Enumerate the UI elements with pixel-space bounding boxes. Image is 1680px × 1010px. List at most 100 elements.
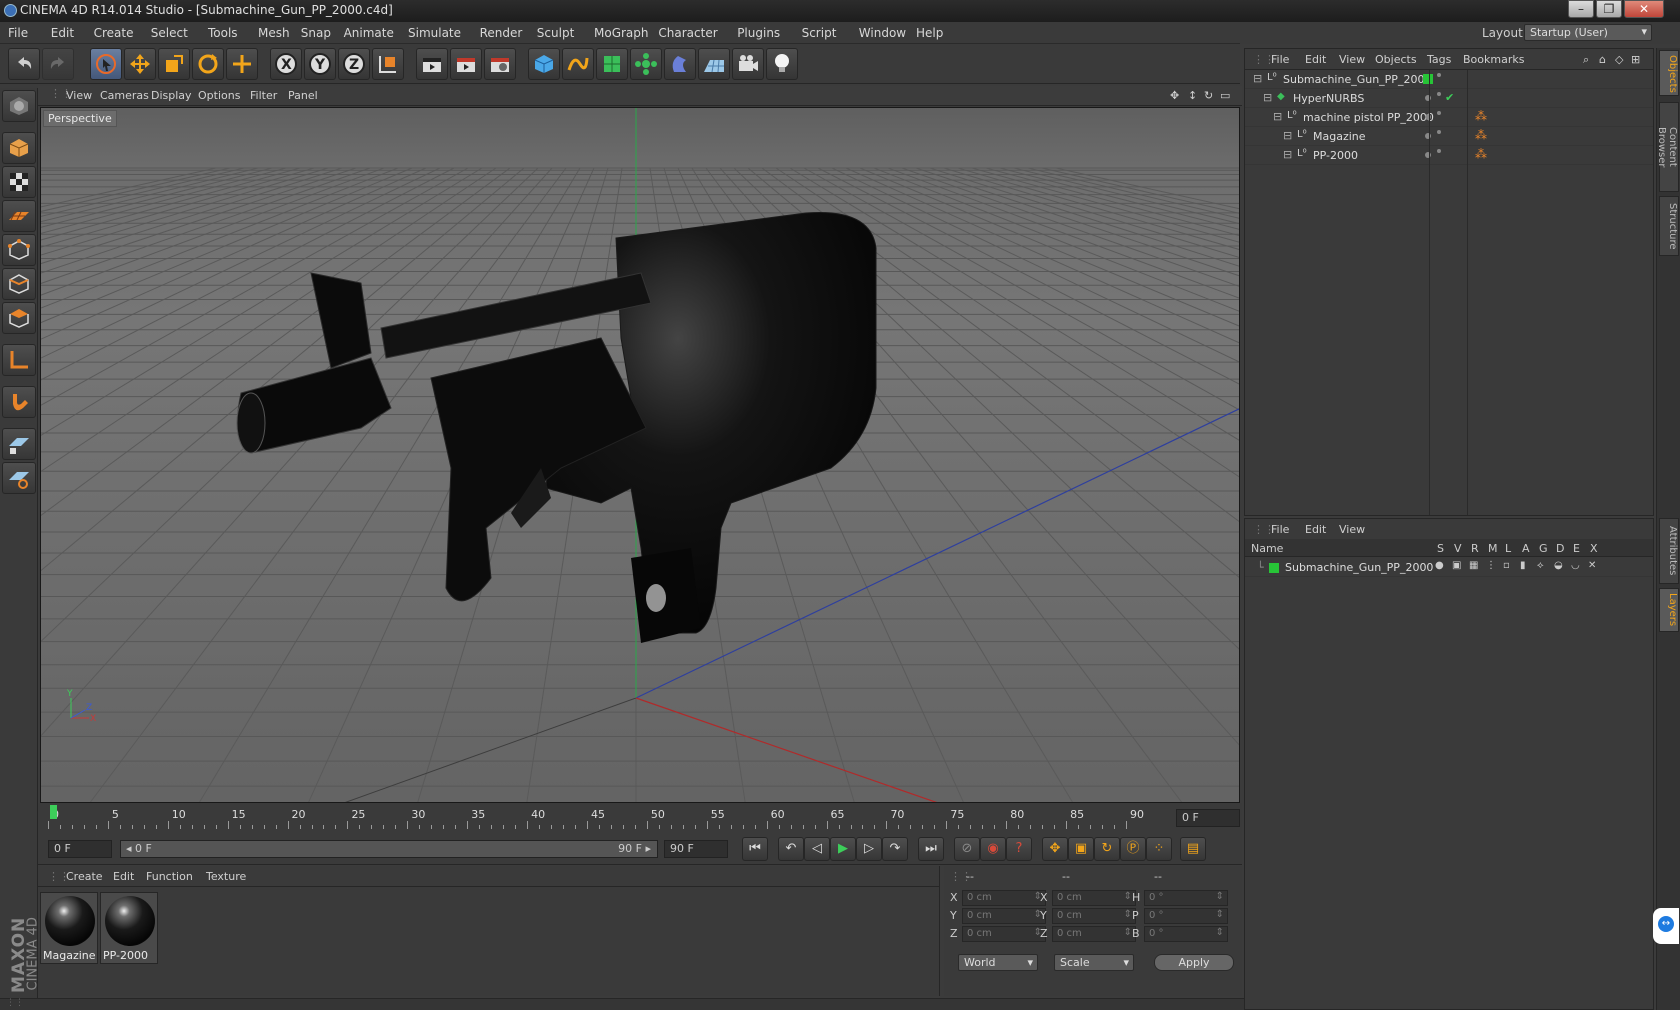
material-menu-edit[interactable]: Edit: [113, 870, 134, 883]
edges-mode-button[interactable]: [2, 268, 36, 300]
layer-menu-edit[interactable]: Edit: [1305, 523, 1326, 536]
rotate-tool-button[interactable]: [192, 48, 224, 80]
enabled-check-icon[interactable]: ✔: [1445, 91, 1454, 104]
new-window-icon[interactable]: ⊞: [1631, 53, 1640, 66]
nurbs-button[interactable]: [596, 48, 628, 80]
menu-script[interactable]: Script: [802, 26, 837, 40]
coord-value-field[interactable]: 0 cm ⇕: [1052, 890, 1136, 906]
create-object-button[interactable]: [226, 48, 258, 80]
scale-tool-button[interactable]: [158, 48, 190, 80]
layer-menu-view[interactable]: View: [1339, 523, 1365, 536]
polygons-mode-button[interactable]: [2, 302, 36, 334]
object-name[interactable]: machine pistol PP_2000: [1303, 111, 1434, 124]
menu-window[interactable]: Window: [859, 26, 906, 40]
perspective-viewport[interactable]: Y X Z Perspective: [40, 107, 1240, 803]
live-selection-button[interactable]: [90, 48, 122, 80]
zoom-view-icon[interactable]: ↕: [1188, 89, 1197, 102]
coordinate-mode-dropdown[interactable]: World ▾: [958, 954, 1038, 971]
object-row[interactable]: ⊟ L⁰ machine pistol PP_2000 ⁂: [1245, 108, 1653, 127]
camera-button[interactable]: [732, 48, 764, 80]
frame-range-slider[interactable]: ◂ 0 F 90 F ▸: [120, 840, 658, 858]
record-point-level-button[interactable]: ⁘: [1146, 837, 1172, 861]
pan-view-icon[interactable]: ✥: [1170, 89, 1179, 102]
render-view-button[interactable]: [416, 48, 448, 80]
layer-toggle-g-icon[interactable]: ⟡: [1537, 560, 1544, 571]
layer-name[interactable]: Submachine_Gun_PP_2000: [1285, 561, 1433, 574]
toggle-view-icon[interactable]: ▭: [1220, 89, 1230, 102]
menu-file[interactable]: File: [8, 26, 28, 40]
home-icon[interactable]: ⌂: [1599, 53, 1606, 66]
stepper-icon[interactable]: ⇕: [1124, 927, 1132, 938]
render-visibility-dot[interactable]: [1437, 130, 1441, 134]
record-parameter-button[interactable]: Ⓟ: [1120, 837, 1146, 861]
layer-toggle-x-icon[interactable]: ✕: [1588, 560, 1596, 571]
layer-column-e[interactable]: E: [1573, 542, 1580, 555]
coord-value-field[interactable]: 0 cm ⇕: [1052, 908, 1136, 924]
model-mode-button[interactable]: [2, 132, 36, 164]
start-frame-field[interactable]: 0 F: [48, 840, 112, 858]
record-rotation-button[interactable]: ↻: [1094, 837, 1120, 861]
render-to-picture-viewer-button[interactable]: [450, 48, 482, 80]
menu-render[interactable]: Render: [480, 26, 523, 40]
record-scale-button[interactable]: ▣: [1068, 837, 1094, 861]
layer-color-swatch[interactable]: [1269, 563, 1279, 573]
menu-help[interactable]: Help: [916, 26, 943, 40]
points-mode-button[interactable]: [2, 234, 36, 266]
deformer-button[interactable]: [664, 48, 696, 80]
stepper-icon[interactable]: ⇕: [1216, 891, 1224, 902]
workplane-rotate-button[interactable]: [2, 462, 36, 494]
workplane-lock-button[interactable]: [2, 428, 36, 460]
maximize-button[interactable]: ❐: [1596, 0, 1622, 18]
layer-toggle-s-icon[interactable]: ●: [1435, 560, 1444, 571]
layer-toggle-d-icon[interactable]: ◒: [1554, 560, 1563, 571]
autokey-button[interactable]: ◉: [980, 837, 1006, 861]
layer-column-r[interactable]: R: [1471, 542, 1479, 555]
render-visibility-dot[interactable]: [1437, 92, 1441, 96]
viewport-menu-panel[interactable]: Panel: [288, 89, 318, 102]
object-row[interactable]: ⊟ ◆ HyperNURBS ✔: [1245, 89, 1653, 108]
timeline-ticks[interactable]: 051015202530354045505560657075808590: [48, 805, 1168, 831]
layer-menu-file[interactable]: File: [1271, 523, 1289, 536]
layer-toggle-v-icon[interactable]: ▣: [1452, 560, 1461, 571]
layer-column-v[interactable]: V: [1454, 542, 1462, 555]
layer-toggle-l-icon[interactable]: ▫: [1503, 560, 1510, 571]
menu-character[interactable]: Character: [658, 26, 717, 40]
object-name[interactable]: PP-2000: [1313, 149, 1358, 162]
render-visibility-dot[interactable]: [1437, 73, 1441, 77]
object-name[interactable]: Magazine: [1313, 130, 1366, 143]
z-axis-lock-button[interactable]: Z: [338, 48, 370, 80]
apply-button[interactable]: Apply: [1154, 954, 1234, 971]
layer-toggle-m-icon[interactable]: ⋮: [1486, 560, 1496, 571]
object-row[interactable]: ⊟ L⁰ PP-2000 ⁂: [1245, 146, 1653, 165]
snap-magnet-button[interactable]: [2, 386, 36, 418]
tab-attributes[interactable]: Attributes: [1659, 518, 1679, 584]
object-row[interactable]: ⊟ L⁰ Submachine_Gun_PP_2000: [1245, 70, 1653, 89]
light-button[interactable]: [766, 48, 798, 80]
spline-pen-button[interactable]: [562, 48, 594, 80]
layer-toggle-r-icon[interactable]: ▦: [1469, 560, 1478, 571]
object-menu-file[interactable]: File: [1271, 53, 1289, 66]
next-key-button[interactable]: ↷: [882, 837, 908, 861]
end-frame-field[interactable]: 90 F: [664, 840, 728, 858]
menu-tools[interactable]: Tools: [208, 26, 238, 40]
previous-key-button[interactable]: ↶: [778, 837, 804, 861]
coord-value-field[interactable]: 0 ° ⇕: [1144, 926, 1228, 942]
layer-color-swatch[interactable]: [1423, 74, 1433, 84]
rotate-view-icon[interactable]: ↻: [1204, 89, 1213, 102]
coord-value-field[interactable]: 0 ° ⇕: [1144, 908, 1228, 924]
coord-value-field[interactable]: 0 cm ⇕: [962, 926, 1046, 942]
go-to-start-button[interactable]: ⏮: [742, 837, 768, 861]
layer-column-l[interactable]: L: [1505, 542, 1511, 555]
expand-toggle-icon[interactable]: ⊟: [1273, 110, 1282, 123]
layer-toggle-a-icon[interactable]: ▮: [1520, 560, 1526, 571]
cube-primitive-button[interactable]: [528, 48, 560, 80]
layer-column-d[interactable]: D: [1556, 542, 1564, 555]
workplane-mode-button[interactable]: [2, 200, 36, 232]
next-frame-button[interactable]: ▷: [856, 837, 882, 861]
menu-sculpt[interactable]: Sculpt: [537, 26, 574, 40]
record-position-button[interactable]: ✥: [1042, 837, 1068, 861]
stepper-icon[interactable]: ⇕: [1124, 909, 1132, 920]
search-icon[interactable]: ⌕: [1583, 53, 1589, 67]
menu-edit[interactable]: Edit: [51, 26, 74, 40]
object-menu-objects[interactable]: Objects: [1375, 53, 1417, 66]
